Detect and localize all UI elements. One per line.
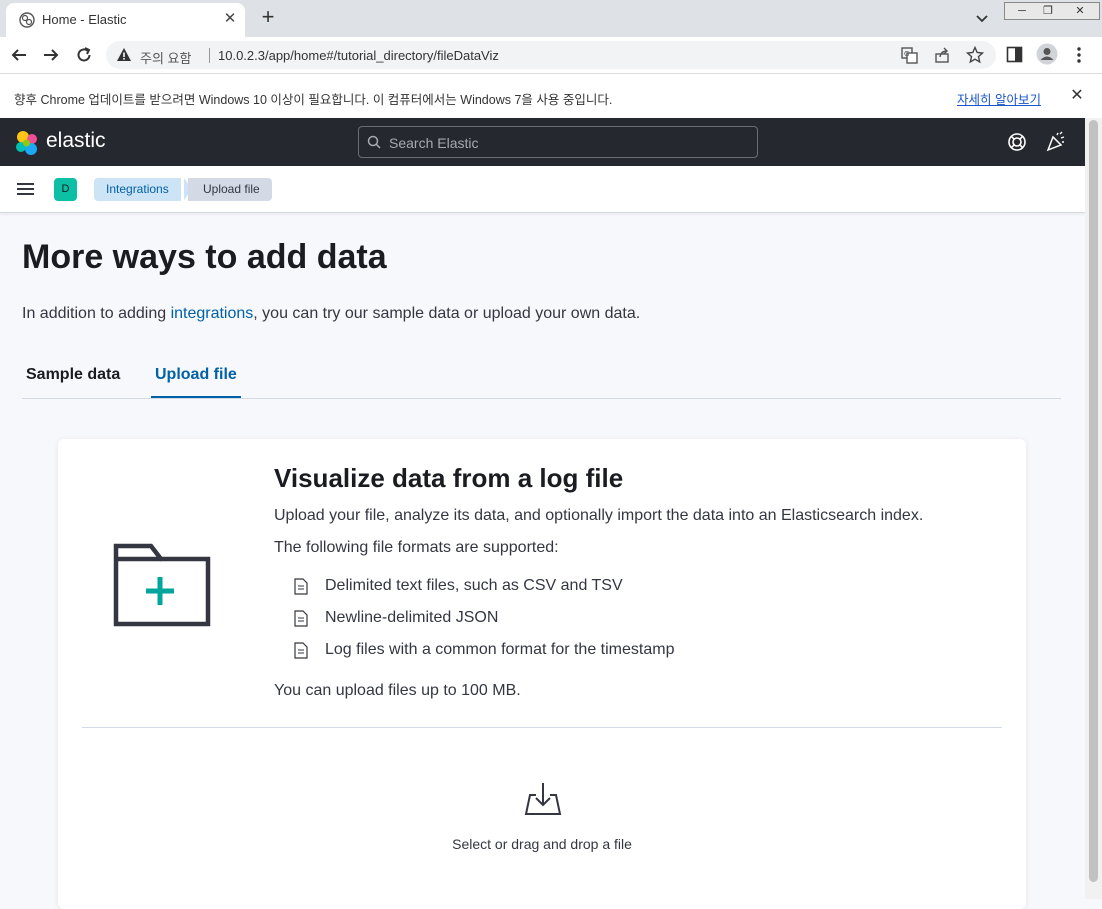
reload-button[interactable] (73, 44, 95, 66)
browser-tab[interactable]: Home - Elastic ✕ (6, 3, 245, 37)
tab-close-icon[interactable]: ✕ (220, 9, 240, 29)
infobar-close-icon[interactable]: ✕ (1068, 85, 1086, 105)
breadcrumb-integrations[interactable]: Integrations (94, 178, 181, 201)
newsfeed-cheer-icon[interactable] (1045, 131, 1067, 153)
tab-upload-file[interactable]: Upload file (151, 358, 241, 398)
infobar-message: 향후 Chrome 업데이트를 받으려면 Windows 10 이상이 필요합니… (14, 93, 613, 107)
profile-avatar-icon[interactable] (1036, 43, 1058, 65)
panel-divider (82, 727, 1002, 728)
address-bar[interactable]: 주의 요함 10.0.2.3/app/home#/tutorial_direct… (106, 41, 996, 69)
arrow-left-icon (11, 49, 26, 61)
elastic-favicon-icon (19, 12, 35, 28)
close-window-button[interactable]: ✕ (1063, 3, 1097, 19)
search-placeholder: Search Elastic (389, 135, 479, 151)
search-icon (367, 135, 381, 149)
warning-icon[interactable] (116, 47, 132, 63)
url-text[interactable]: 10.0.2.3/app/home#/tutorial_directory/fi… (218, 48, 499, 63)
search-elastic-input[interactable]: Search Elastic (358, 126, 758, 158)
panel-description: Upload your file, analyze its data, and … (274, 507, 924, 524)
elastic-logo-icon[interactable] (14, 130, 40, 156)
chrome-update-infobar: 향후 Chrome 업데이트를 받으려면 Windows 10 이상이 필요합니… (0, 73, 1102, 118)
minimize-button[interactable]: ─ (1009, 3, 1035, 19)
maximize-button[interactable]: ❐ (1035, 3, 1061, 19)
window-controls: ─ ❐ ✕ (1004, 2, 1100, 20)
elastic-brand-text[interactable]: elastic (46, 129, 106, 153)
intro-text: In addition to adding integrations, you … (22, 305, 640, 323)
svg-text:G: G (904, 50, 909, 58)
format-label: Log files with a common format for the t… (325, 641, 675, 658)
forward-button[interactable] (40, 44, 62, 66)
browser-tab-strip: Home - Elastic ✕ + ─ ❐ ✕ (0, 0, 1102, 37)
space-avatar[interactable]: D (54, 178, 77, 201)
translate-icon[interactable]: G (901, 47, 918, 64)
tab-sample-data[interactable]: Sample data (22, 358, 124, 398)
browser-menu-icon[interactable] (1072, 45, 1086, 65)
file-upload-panel: Visualize data from a log file Upload yo… (58, 439, 1026, 909)
document-icon (294, 610, 308, 627)
download-tray-icon[interactable] (524, 781, 562, 819)
url-separator (209, 48, 210, 63)
tabs-divider (22, 398, 1061, 399)
tab-title: Home - Elastic (42, 12, 127, 27)
intro-prefix: In addition to adding (22, 305, 171, 322)
help-icon[interactable] (1006, 131, 1028, 153)
panel-title: Visualize data from a log file (274, 463, 624, 493)
page-title: More ways to add data (22, 238, 387, 276)
folder-add-icon (113, 543, 211, 627)
security-status-label[interactable]: 주의 요함 (140, 48, 191, 67)
format-label: Delimited text files, such as CSV and TS… (325, 577, 623, 594)
scrollbar-thumb[interactable] (1089, 120, 1098, 882)
document-icon (294, 642, 308, 659)
format-label: Newline-delimited JSON (325, 609, 499, 626)
bookmark-star-icon[interactable] (966, 46, 984, 64)
reload-icon (77, 47, 91, 62)
integrations-link[interactable]: integrations (171, 305, 254, 322)
kibana-header: elastic Search Elastic (0, 118, 1085, 166)
upload-size-limit: You can upload files up to 100 MB. (274, 682, 521, 699)
browser-toolbar: 주의 요함 10.0.2.3/app/home#/tutorial_direct… (0, 37, 1102, 73)
breadcrumb-bar: D Integrations Upload file (0, 166, 1085, 213)
breadcrumb-upload-file: Upload file (188, 178, 272, 201)
back-button[interactable] (8, 44, 30, 66)
file-picker-prompt[interactable]: Select or drag and drop a file (58, 836, 1026, 852)
new-tab-button[interactable]: + (256, 6, 280, 30)
page-scrollbar[interactable] (1085, 118, 1102, 899)
hamburger-menu-icon[interactable] (16, 180, 36, 198)
infobar-learn-more-link[interactable]: 자세히 알아보기 (957, 89, 1041, 108)
side-panel-icon[interactable] (1006, 46, 1023, 63)
tab-search-chevron-icon[interactable] (972, 8, 992, 28)
document-icon (294, 578, 308, 595)
intro-suffix: , you can try our sample data or upload … (253, 305, 641, 322)
arrow-right-icon (44, 49, 59, 61)
share-icon[interactable] (934, 47, 951, 64)
formats-intro: The following file formats are supported… (274, 539, 559, 556)
